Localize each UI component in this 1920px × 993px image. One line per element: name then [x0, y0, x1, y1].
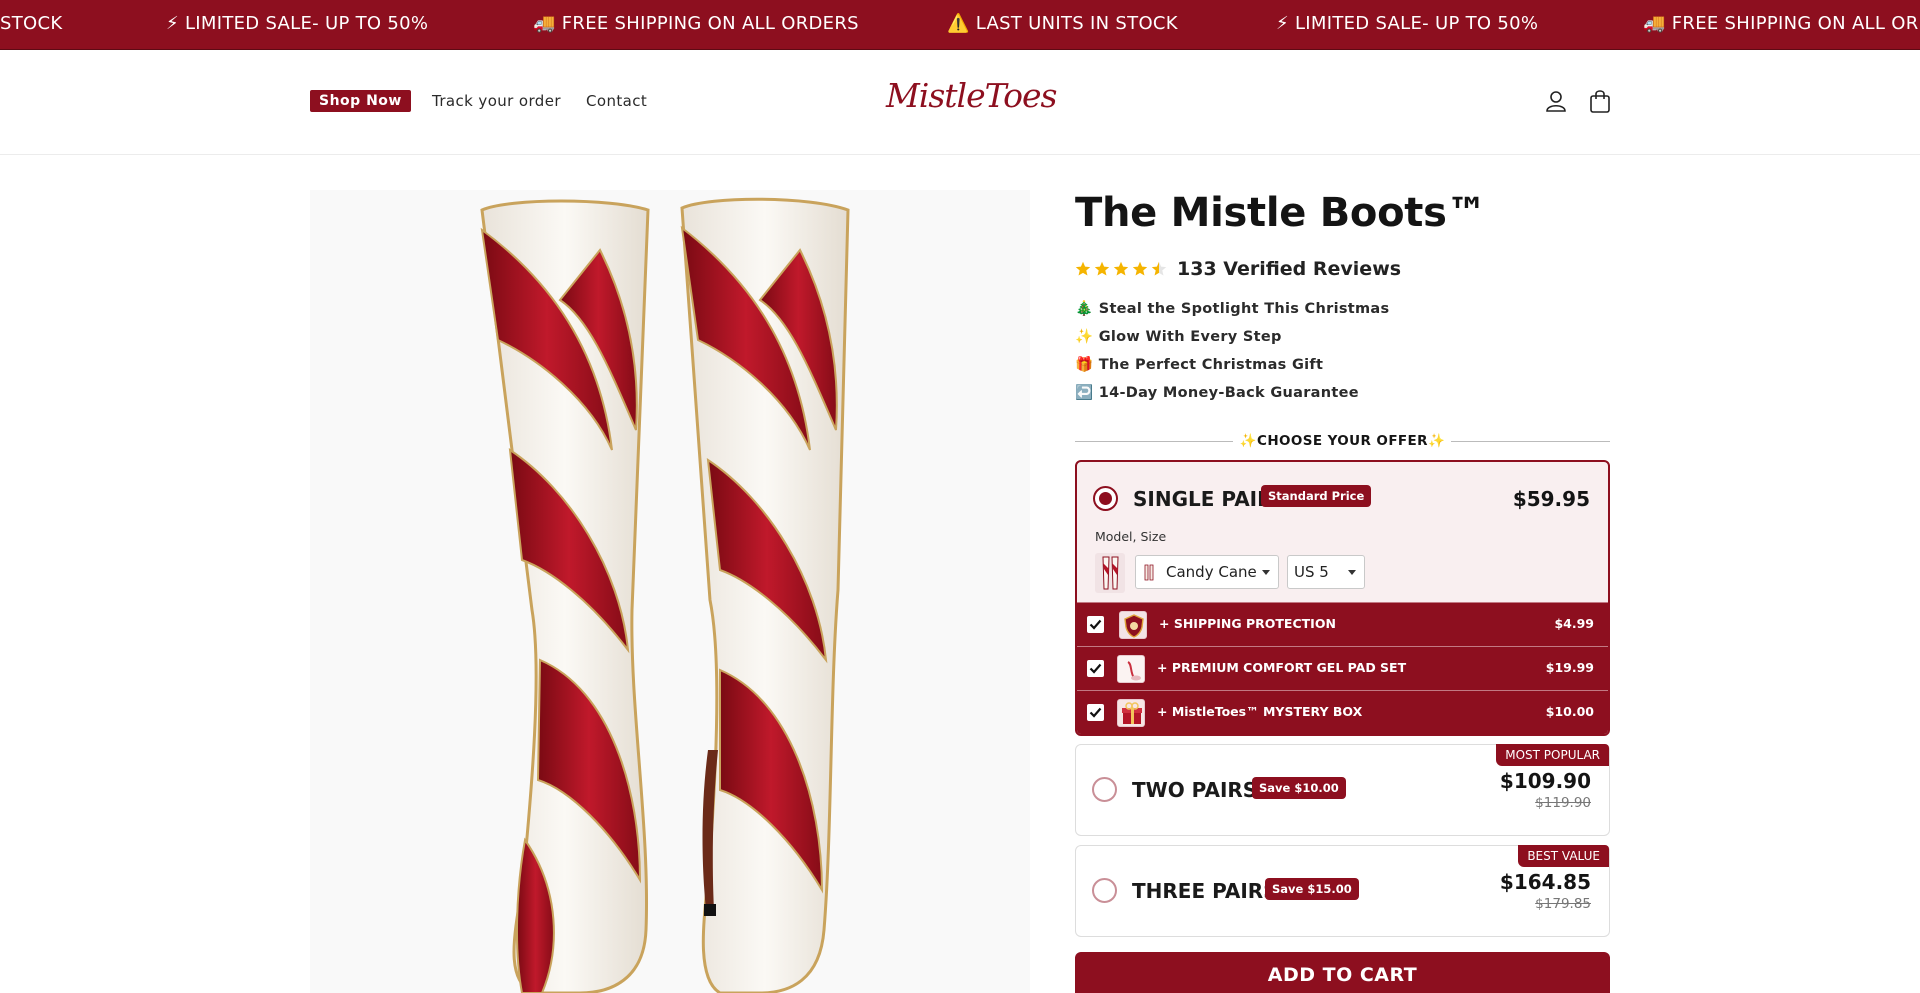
addon-price: $19.99 — [1545, 660, 1594, 675]
offer-badge: Save $10.00 — [1252, 777, 1346, 799]
star-rating — [1075, 261, 1167, 277]
most-popular-tag: MOST POPULAR — [1496, 744, 1609, 766]
offer-single-pair[interactable]: SINGLE PAIR Standard Price $59.95 Model,… — [1075, 460, 1610, 736]
star-icon — [1075, 261, 1091, 276]
offer-old-price: $119.90 — [1535, 795, 1591, 811]
offer-radio[interactable] — [1092, 777, 1117, 802]
site-logo[interactable]: MistleToes — [886, 76, 1057, 115]
addon-shipping-protection[interactable]: + SHIPPING PROTECTION $4.99 — [1077, 602, 1608, 646]
rating-row[interactable]: 133 Verified Reviews — [1075, 258, 1401, 280]
nav-shop-now-button[interactable]: Shop Now — [310, 90, 411, 112]
announcement-item: ⚠️ LAST UNITS IN STOCK — [947, 13, 1178, 34]
addon-gel-pad-set[interactable]: + PREMIUM COMFORT GEL PAD SET $19.99 — [1077, 646, 1608, 690]
star-icon — [1113, 261, 1129, 276]
offer-two-pairs[interactable]: MOST POPULAR TWO PAIRS Save $10.00 $109.… — [1075, 744, 1610, 836]
addon-mystery-box[interactable]: + MistleToes™ MYSTERY BOX $10.00 — [1077, 690, 1608, 734]
model-swatch-icon — [1144, 564, 1154, 581]
shield-icon — [1119, 611, 1147, 639]
offer-price: $164.85 — [1499, 870, 1591, 894]
announcement-item: ⚡ LIMITED SALE- UP TO 50% — [1276, 13, 1539, 34]
offer-name: SINGLE PAIR — [1133, 487, 1273, 511]
model-select-value: Candy Cane — [1166, 563, 1257, 581]
offer-radio[interactable] — [1092, 878, 1117, 903]
reviews-count[interactable]: 133 Verified Reviews — [1177, 258, 1401, 280]
announcement-item: ⚡ LIMITED SALE- UP TO 50% — [166, 13, 429, 34]
cart-icon[interactable] — [1587, 88, 1613, 114]
addon-checkbox[interactable] — [1087, 616, 1104, 633]
addon-label: + SHIPPING PROTECTION — [1159, 616, 1336, 631]
addon-checkbox[interactable] — [1087, 660, 1104, 677]
feature-item: ↩️ 14-Day Money-Back Guarantee — [1075, 385, 1359, 401]
add-to-cart-button[interactable]: ADD TO CART — [1075, 952, 1610, 993]
announcement-item: 🚚 FREE SHIPPING ON ALL ORD — [1643, 13, 1920, 34]
announcement-bar: STOCK ⚡ LIMITED SALE- UP TO 50% 🚚 FREE S… — [0, 0, 1920, 50]
checkmark-icon — [1089, 707, 1102, 718]
divider-line — [1451, 441, 1610, 442]
feature-item: 🎄 Steal the Spotlight This Christmas — [1075, 301, 1390, 317]
size-select[interactable]: US 5 — [1287, 555, 1365, 589]
announcement-item: STOCK — [0, 13, 63, 34]
feature-item: ✨ Glow With Every Step — [1075, 329, 1282, 345]
offer-name: THREE PAIRS — [1132, 879, 1278, 903]
addon-label: + MistleToes™ MYSTERY BOX — [1157, 704, 1363, 719]
offer-name: TWO PAIRS — [1132, 778, 1258, 802]
feature-list: 🎄 Steal the Spotlight This Christmas ✨ G… — [1075, 300, 1389, 412]
offer-old-price: $179.85 — [1535, 896, 1591, 912]
offer-badge: Save $15.00 — [1265, 878, 1359, 900]
size-select-value: US 5 — [1294, 563, 1329, 581]
announcement-track: STOCK ⚡ LIMITED SALE- UP TO 50% 🚚 FREE S… — [0, 0, 1920, 49]
addon-checkbox[interactable] — [1087, 704, 1104, 721]
star-icon — [1094, 261, 1110, 276]
model-size-label: Model, Size — [1095, 529, 1167, 544]
offer-price: $59.95 — [1512, 487, 1590, 511]
addon-price: $4.99 — [1554, 616, 1594, 631]
gel-pad-icon — [1117, 655, 1145, 683]
half-star-icon — [1151, 261, 1167, 276]
nav-track-order-link[interactable]: Track your order — [432, 92, 561, 110]
product-image[interactable] — [310, 190, 1030, 993]
feature-item: 🎁 The Perfect Christmas Gift — [1075, 357, 1324, 373]
model-thumbnail — [1095, 553, 1125, 593]
chevron-down-icon — [1348, 570, 1356, 575]
addon-label: + PREMIUM COMFORT GEL PAD SET — [1157, 660, 1407, 675]
account-icon[interactable] — [1543, 88, 1569, 114]
offer-price: $109.90 — [1499, 769, 1591, 793]
offer-badge: Standard Price — [1261, 485, 1372, 507]
offer-divider: ✨CHOOSE YOUR OFFER✨ — [1075, 433, 1610, 449]
site-header: Shop Now Track your order Contact Mistle… — [0, 50, 1920, 155]
best-value-tag: BEST VALUE — [1518, 845, 1609, 867]
boots-illustration — [480, 197, 850, 993]
model-select[interactable]: Candy Cane — [1135, 555, 1279, 589]
star-icon — [1132, 261, 1148, 276]
checkmark-icon — [1089, 663, 1102, 674]
chevron-down-icon — [1262, 570, 1270, 575]
gift-box-icon — [1117, 699, 1145, 727]
product-title: The Mistle Boots™ — [1075, 190, 1487, 236]
announcement-item: 🚚 FREE SHIPPING ON ALL ORDERS — [533, 13, 859, 34]
nav-contact-link[interactable]: Contact — [586, 92, 647, 110]
addon-price: $10.00 — [1545, 704, 1594, 719]
checkmark-icon — [1089, 619, 1102, 630]
offer-three-pairs[interactable]: BEST VALUE THREE PAIRS Save $15.00 $164.… — [1075, 845, 1610, 937]
offer-radio-selected[interactable] — [1093, 486, 1118, 511]
